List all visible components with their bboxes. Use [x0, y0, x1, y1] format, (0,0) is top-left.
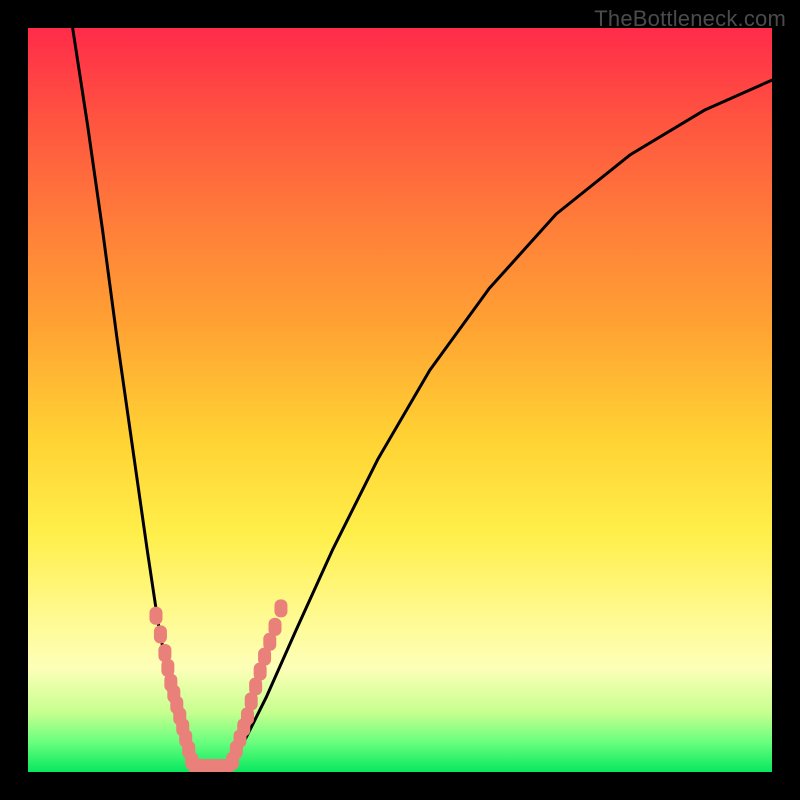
marker-group [149, 599, 287, 772]
curve-right-curve [229, 80, 772, 772]
marker-right [269, 618, 282, 636]
chart-svg [28, 28, 772, 772]
marker-bottom [218, 759, 236, 772]
curve-group [73, 28, 772, 772]
marker-right [274, 599, 287, 617]
marker-left [149, 607, 162, 625]
chart-stage: TheBottleneck.com [0, 0, 800, 800]
plot-area [28, 28, 772, 772]
marker-left [154, 625, 167, 643]
curve-left-curve [73, 28, 199, 772]
